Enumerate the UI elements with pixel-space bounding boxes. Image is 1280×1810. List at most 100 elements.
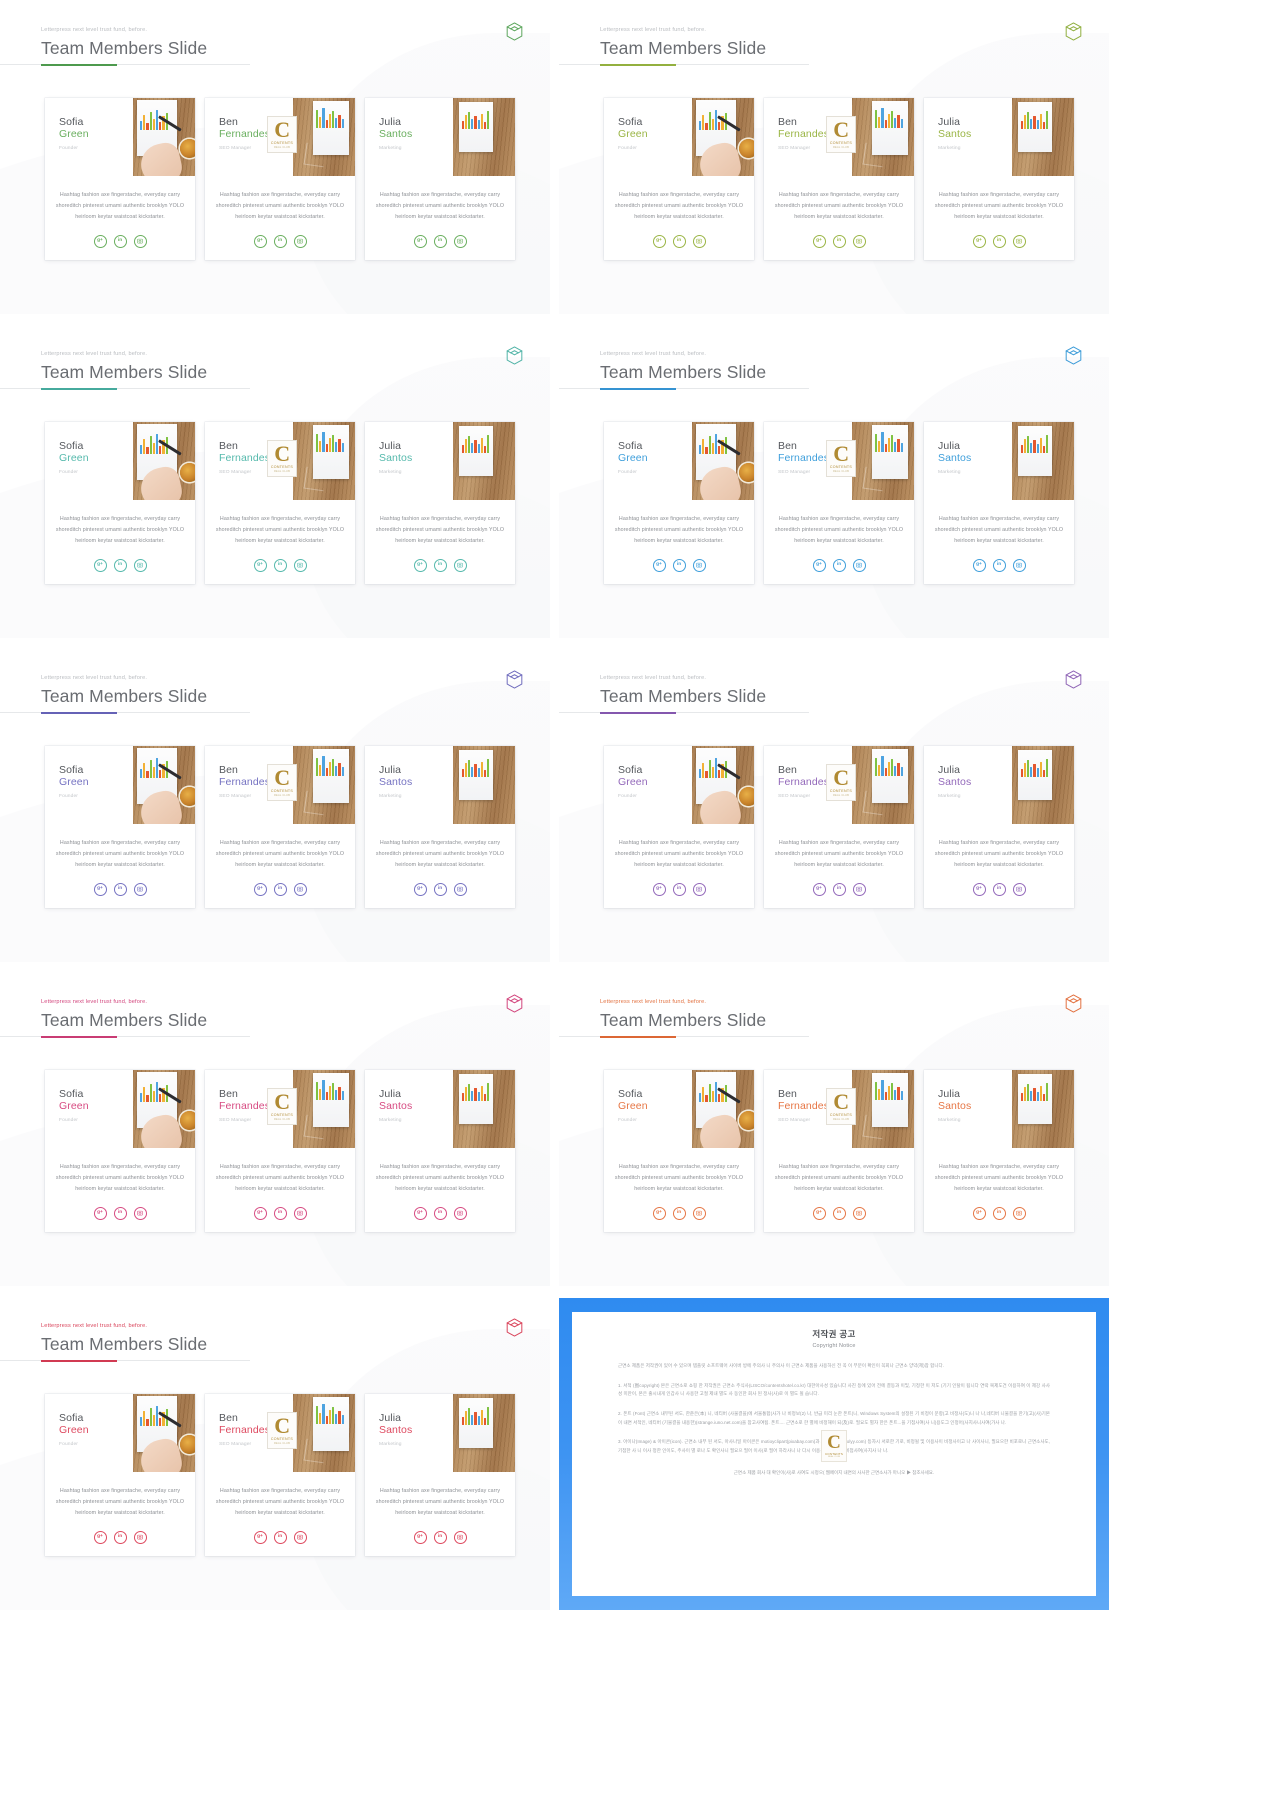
google-plus-icon[interactable]: g+ bbox=[972, 234, 986, 248]
team-member-card[interactable]: Ben Fernandes SEO Manager C CONTENTS REAL CLU… bbox=[764, 422, 914, 584]
linkedin-icon[interactable]: in bbox=[672, 558, 686, 572]
team-slide-4[interactable]: Letterpress next level trust fund, befor… bbox=[559, 326, 1109, 638]
linkedin-icon[interactable]: in bbox=[433, 234, 447, 248]
google-plus-icon[interactable]: g+ bbox=[253, 558, 267, 572]
google-plus-icon[interactable]: g+ bbox=[972, 882, 986, 896]
google-plus-icon[interactable]: g+ bbox=[93, 1530, 107, 1544]
team-member-card[interactable]: Ben Fernandes SEO Manager C CONTENTS REAL CLU… bbox=[205, 746, 355, 908]
team-member-card[interactable]: Sofia Green Founder Hashtag fashion axe fin… bbox=[45, 98, 195, 260]
google-plus-icon[interactable]: g+ bbox=[253, 234, 267, 248]
team-member-card[interactable]: Sofia Green Founder Hashtag fashion axe fin… bbox=[604, 422, 754, 584]
linkedin-icon[interactable]: in bbox=[113, 882, 127, 896]
linkedin-icon[interactable]: in bbox=[992, 558, 1006, 572]
linkedin-icon[interactable]: in bbox=[433, 558, 447, 572]
team-member-card[interactable]: Ben Fernandes SEO Manager C CONTENTS REAL CLU… bbox=[205, 1070, 355, 1232]
team-slide-3[interactable]: Letterpress next level trust fund, befor… bbox=[0, 326, 550, 638]
instagram-icon[interactable] bbox=[692, 234, 706, 248]
team-member-card[interactable]: Julia Santos Marketing Hashtag fashion axe … bbox=[365, 422, 515, 584]
team-member-card[interactable]: Sofia Green Founder Hashtag fashion axe fin… bbox=[45, 746, 195, 908]
team-member-card[interactable]: Sofia Green Founder Hashtag fashion axe fin… bbox=[604, 746, 754, 908]
linkedin-icon[interactable]: in bbox=[672, 882, 686, 896]
linkedin-icon[interactable]: in bbox=[672, 234, 686, 248]
team-slide-7[interactable]: Letterpress next level trust fund, befor… bbox=[0, 974, 550, 1286]
google-plus-icon[interactable]: g+ bbox=[652, 234, 666, 248]
instagram-icon[interactable] bbox=[133, 1530, 147, 1544]
instagram-icon[interactable] bbox=[852, 558, 866, 572]
team-member-card[interactable]: Julia Santos Marketing Hashtag fashion axe … bbox=[924, 746, 1074, 908]
linkedin-icon[interactable]: in bbox=[832, 558, 846, 572]
linkedin-icon[interactable]: in bbox=[832, 234, 846, 248]
instagram-icon[interactable] bbox=[293, 1530, 307, 1544]
instagram-icon[interactable] bbox=[852, 234, 866, 248]
team-slide-1[interactable]: Letterpress next level trust fund, befor… bbox=[0, 2, 550, 314]
google-plus-icon[interactable]: g+ bbox=[413, 1530, 427, 1544]
team-member-card[interactable]: Julia Santos Marketing Hashtag fashion axe … bbox=[924, 422, 1074, 584]
team-member-card[interactable]: Sofia Green Founder Hashtag fashion axe fin… bbox=[45, 422, 195, 584]
google-plus-icon[interactable]: g+ bbox=[413, 234, 427, 248]
team-slide-6[interactable]: Letterpress next level trust fund, befor… bbox=[559, 650, 1109, 962]
linkedin-icon[interactable]: in bbox=[273, 1530, 287, 1544]
linkedin-icon[interactable]: in bbox=[832, 1206, 846, 1220]
instagram-icon[interactable] bbox=[293, 558, 307, 572]
instagram-icon[interactable] bbox=[692, 882, 706, 896]
instagram-icon[interactable] bbox=[852, 1206, 866, 1220]
google-plus-icon[interactable]: g+ bbox=[972, 1206, 986, 1220]
google-plus-icon[interactable]: g+ bbox=[253, 882, 267, 896]
linkedin-icon[interactable]: in bbox=[433, 882, 447, 896]
instagram-icon[interactable] bbox=[692, 558, 706, 572]
team-member-card[interactable]: Julia Santos Marketing Hashtag fashion axe … bbox=[365, 746, 515, 908]
team-member-card[interactable]: Sofia Green Founder Hashtag fashion axe fin… bbox=[45, 1394, 195, 1556]
team-member-card[interactable]: Ben Fernandes SEO Manager C CONTENTS REAL CLU… bbox=[764, 98, 914, 260]
google-plus-icon[interactable]: g+ bbox=[93, 234, 107, 248]
team-slide-2[interactable]: Letterpress next level trust fund, befor… bbox=[559, 2, 1109, 314]
instagram-icon[interactable] bbox=[1012, 234, 1026, 248]
team-member-card[interactable]: Julia Santos Marketing Hashtag fashion axe … bbox=[365, 1394, 515, 1556]
instagram-icon[interactable] bbox=[293, 882, 307, 896]
google-plus-icon[interactable]: g+ bbox=[413, 1206, 427, 1220]
instagram-icon[interactable] bbox=[133, 234, 147, 248]
linkedin-icon[interactable]: in bbox=[433, 1530, 447, 1544]
team-member-card[interactable]: Ben Fernandes SEO Manager C CONTENTS REAL CLU… bbox=[205, 422, 355, 584]
google-plus-icon[interactable]: g+ bbox=[253, 1206, 267, 1220]
team-member-card[interactable]: Julia Santos Marketing Hashtag fashion axe … bbox=[924, 1070, 1074, 1232]
team-member-card[interactable]: Julia Santos Marketing Hashtag fashion axe … bbox=[924, 98, 1074, 260]
google-plus-icon[interactable]: g+ bbox=[93, 1206, 107, 1220]
team-member-card[interactable]: Julia Santos Marketing Hashtag fashion axe … bbox=[365, 98, 515, 260]
team-slide-5[interactable]: Letterpress next level trust fund, befor… bbox=[0, 650, 550, 962]
instagram-icon[interactable] bbox=[453, 558, 467, 572]
team-member-card[interactable]: Ben Fernandes SEO Manager C CONTENTS REAL CLU… bbox=[764, 1070, 914, 1232]
instagram-icon[interactable] bbox=[293, 234, 307, 248]
linkedin-icon[interactable]: in bbox=[113, 1206, 127, 1220]
instagram-icon[interactable] bbox=[453, 1530, 467, 1544]
team-member-card[interactable]: Sofia Green Founder Hashtag fashion axe fin… bbox=[604, 98, 754, 260]
google-plus-icon[interactable]: g+ bbox=[413, 882, 427, 896]
instagram-icon[interactable] bbox=[852, 882, 866, 896]
instagram-icon[interactable] bbox=[133, 558, 147, 572]
linkedin-icon[interactable]: in bbox=[992, 882, 1006, 896]
team-slide-9[interactable]: Letterpress next level trust fund, befor… bbox=[0, 1298, 550, 1610]
instagram-icon[interactable] bbox=[1012, 882, 1026, 896]
team-member-card[interactable]: Julia Santos Marketing Hashtag fashion axe … bbox=[365, 1070, 515, 1232]
linkedin-icon[interactable]: in bbox=[273, 558, 287, 572]
instagram-icon[interactable] bbox=[692, 1206, 706, 1220]
google-plus-icon[interactable]: g+ bbox=[253, 1530, 267, 1544]
linkedin-icon[interactable]: in bbox=[273, 234, 287, 248]
team-slide-8[interactable]: Letterpress next level trust fund, befor… bbox=[559, 974, 1109, 1286]
google-plus-icon[interactable]: g+ bbox=[812, 558, 826, 572]
linkedin-icon[interactable]: in bbox=[832, 882, 846, 896]
google-plus-icon[interactable]: g+ bbox=[812, 1206, 826, 1220]
google-plus-icon[interactable]: g+ bbox=[812, 882, 826, 896]
instagram-icon[interactable] bbox=[1012, 558, 1026, 572]
linkedin-icon[interactable]: in bbox=[992, 234, 1006, 248]
team-member-card[interactable]: Ben Fernandes SEO Manager C CONTENTS REAL CLU… bbox=[205, 98, 355, 260]
google-plus-icon[interactable]: g+ bbox=[93, 558, 107, 572]
instagram-icon[interactable] bbox=[293, 1206, 307, 1220]
linkedin-icon[interactable]: in bbox=[672, 1206, 686, 1220]
instagram-icon[interactable] bbox=[453, 234, 467, 248]
linkedin-icon[interactable]: in bbox=[273, 882, 287, 896]
team-member-card[interactable]: Sofia Green Founder Hashtag fashion axe fin… bbox=[45, 1070, 195, 1232]
linkedin-icon[interactable]: in bbox=[113, 1530, 127, 1544]
google-plus-icon[interactable]: g+ bbox=[812, 234, 826, 248]
linkedin-icon[interactable]: in bbox=[433, 1206, 447, 1220]
team-member-card[interactable]: Sofia Green Founder Hashtag fashion axe fin… bbox=[604, 1070, 754, 1232]
